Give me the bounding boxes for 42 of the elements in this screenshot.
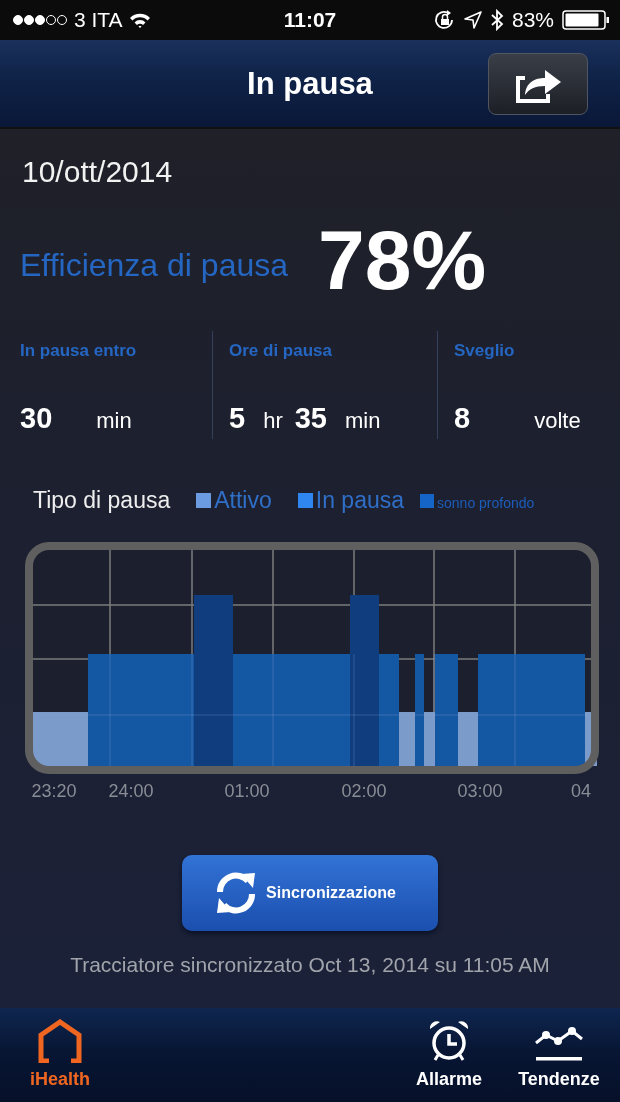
efficiency-value: 78% [318,212,487,309]
tab[interactable]: iHealth [0,1019,120,1102]
tab[interactable]: Allarme [394,1019,504,1102]
carrier-name: 3 ITA [74,8,123,32]
axis-label: 24:00 [108,781,154,802]
axis-label: 23:20 [31,781,77,802]
house-icon [37,1019,83,1063]
sync-status-text: Tracciatore sincronizzato Oct 13, 2014 su 11:05 AM [69,953,551,977]
legend-label: sonno profondo [437,495,535,511]
stat-unit: volte [534,408,581,434]
stat-label: In pausa entro [20,341,138,361]
axis-label: 01:00 [224,781,270,802]
legend-label: In pausa [315,487,405,514]
stat-label: Ore di pausa [229,341,333,361]
axis-label: 03:00 [457,781,503,802]
stat-unit: min [344,408,381,434]
stat-label: Sveglio [454,341,516,361]
legend-label: Attivo [214,487,272,514]
location-arrow-icon [463,11,482,29]
stat-value: 5 [229,402,246,435]
wifi-icon [128,12,151,28]
axis-label: 02:00 [341,781,387,802]
stat-unit: hr [263,408,283,434]
battery-percent: 83% [511,8,554,32]
axis-label: 04 [571,781,592,802]
stat-value: 8 [454,402,471,435]
stat-value: 35 [294,402,327,435]
stat-unit: min [96,408,132,434]
rotation-lock-icon [433,10,456,30]
bluetooth-icon [489,9,504,31]
battery-icon [562,10,610,30]
efficiency-label: Efficienza di pausa [20,247,289,284]
sync-button[interactable]: Sincronizzazione [182,855,438,931]
legend-title: Tipo di pausa [33,487,171,514]
share-button[interactable] [488,53,588,115]
screen-title: In pausa [247,65,373,102]
alarm-clock-icon [427,1019,471,1063]
tab[interactable]: Tendenze [504,1023,614,1102]
clock: 11:07 [283,8,337,32]
stat-value: 30 [20,402,53,435]
signal-icon [12,14,68,26]
date-label: 10/ott/2014 [21,154,174,189]
